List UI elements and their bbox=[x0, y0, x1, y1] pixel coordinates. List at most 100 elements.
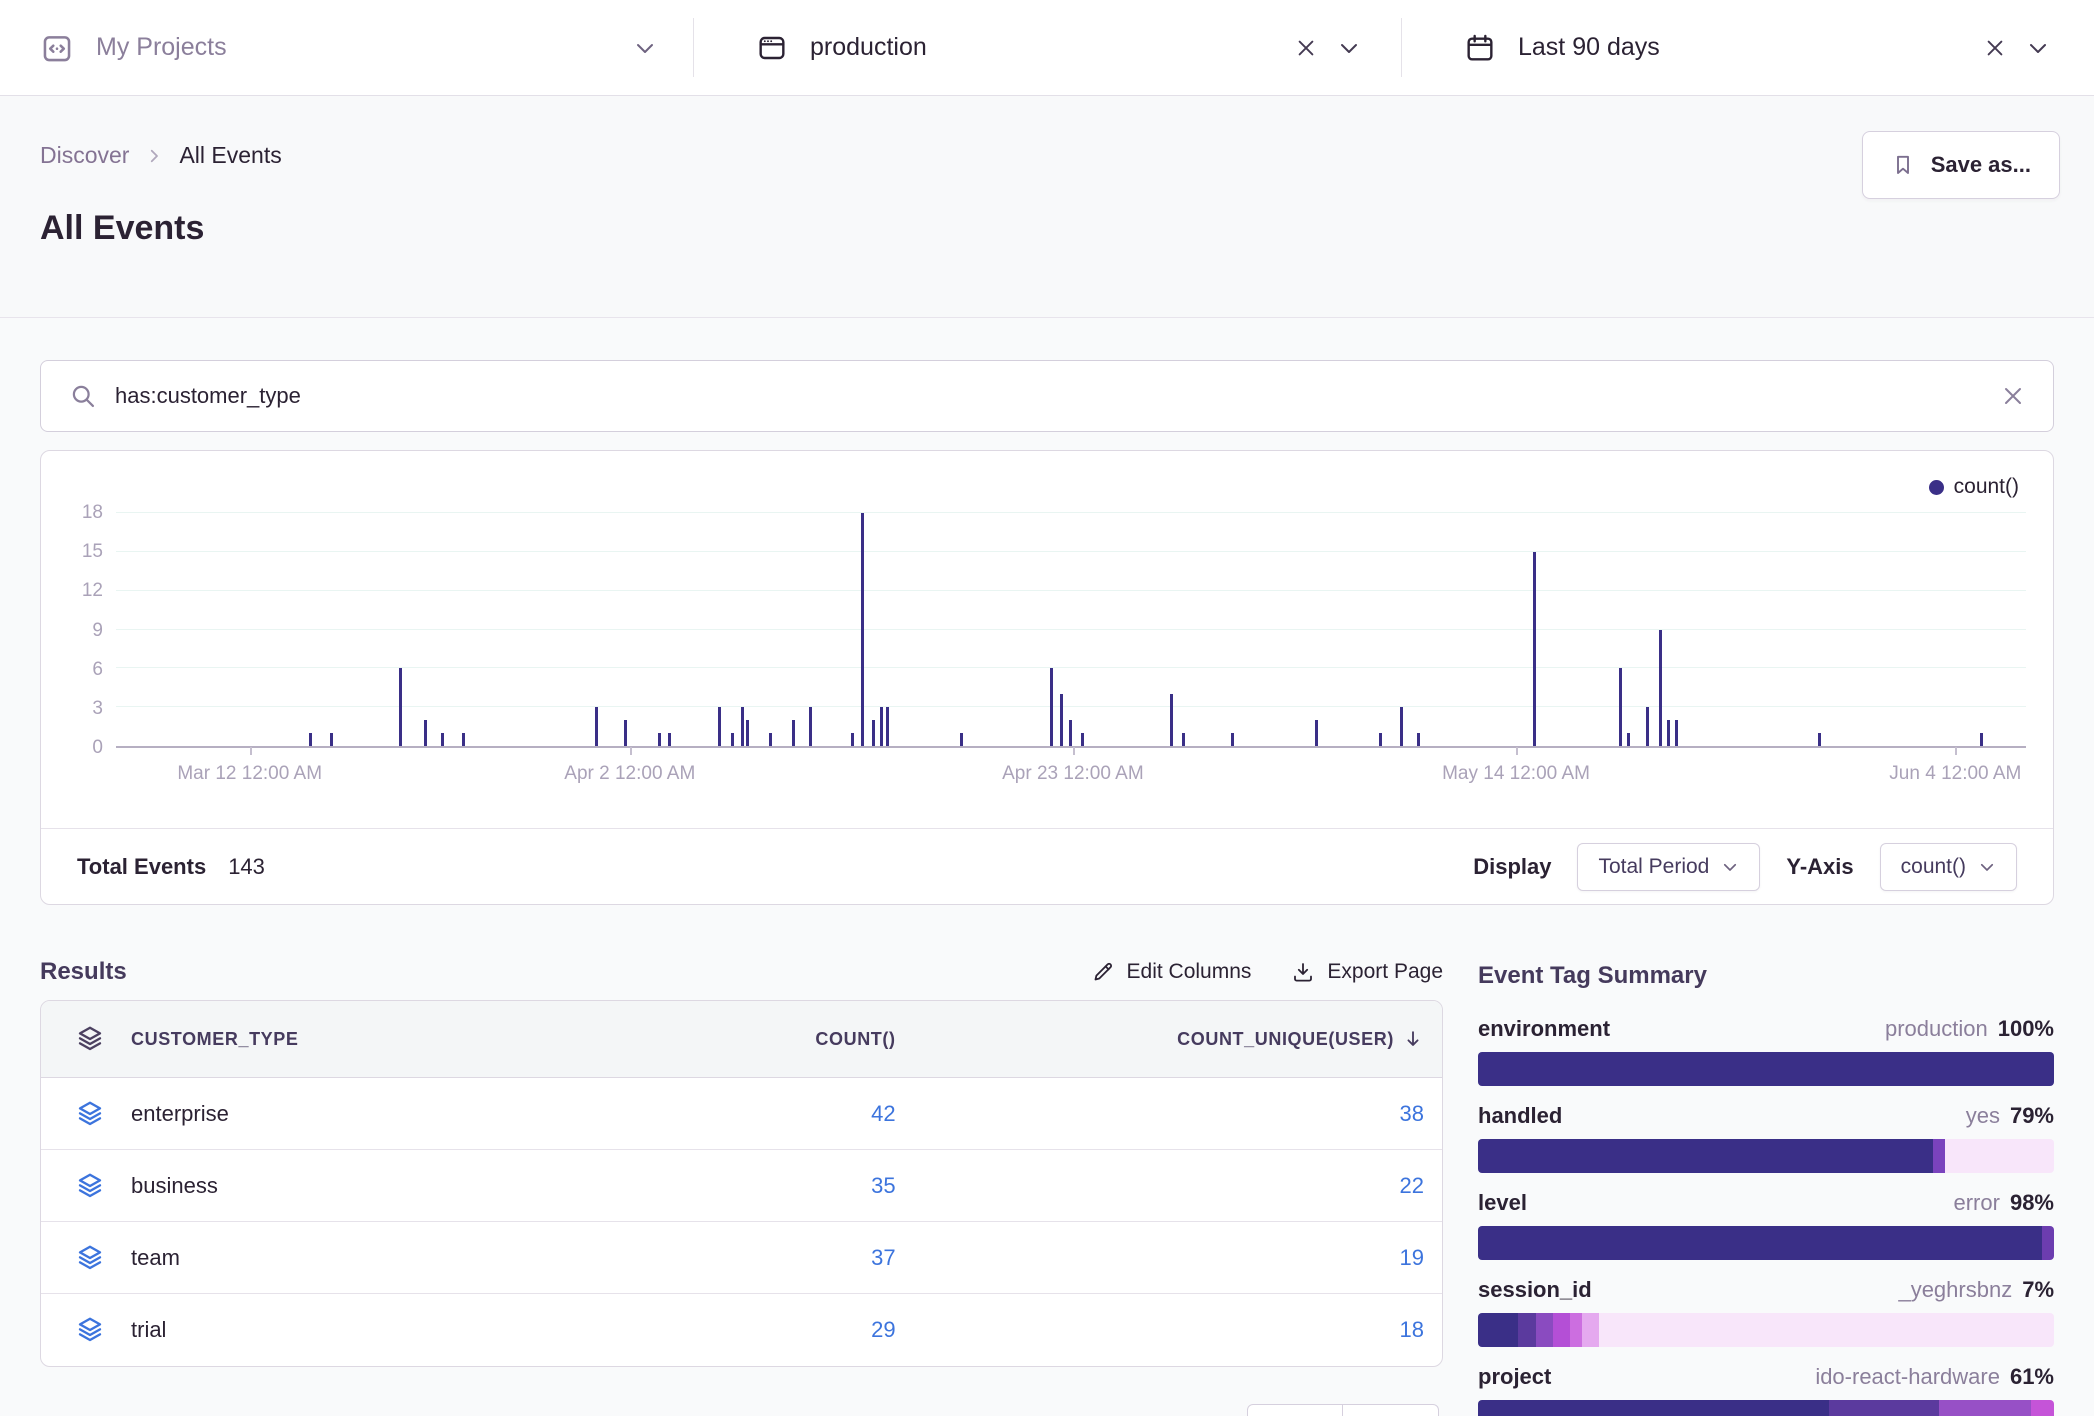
x-axis-tick-label: May 14 12:00 AM bbox=[1442, 763, 1590, 785]
chart-bar bbox=[1646, 707, 1649, 746]
project-selector-label: My Projects bbox=[96, 33, 227, 62]
x-axis-tick bbox=[1955, 747, 1957, 755]
chart-bar bbox=[769, 733, 772, 746]
y-axis-tick-label: 0 bbox=[92, 737, 103, 759]
gridline bbox=[116, 512, 2026, 513]
clear-search-icon[interactable] bbox=[2001, 384, 2025, 408]
chart-bar bbox=[1182, 733, 1185, 746]
tag-distribution-bar[interactable] bbox=[1478, 1400, 2054, 1416]
tag-distribution-bar[interactable] bbox=[1478, 1139, 2054, 1173]
tag-bar-segment bbox=[1518, 1313, 1535, 1347]
tag-summary-row: environmentproduction100% bbox=[1478, 1016, 2054, 1086]
chart-bar bbox=[792, 720, 795, 746]
stack-icon bbox=[75, 1243, 105, 1273]
environment-selector[interactable]: production bbox=[694, 0, 1401, 95]
edit-columns-button[interactable]: Edit Columns bbox=[1091, 960, 1252, 984]
date-range-label: Last 90 days bbox=[1518, 33, 1660, 62]
date-range-selector[interactable]: Last 90 days bbox=[1402, 0, 2094, 95]
count-unique-value[interactable]: 22 bbox=[896, 1173, 1442, 1199]
clear-date-range-icon[interactable] bbox=[1984, 37, 2006, 59]
breadcrumb-discover-link[interactable]: Discover bbox=[40, 142, 129, 169]
gridline bbox=[116, 667, 2026, 668]
save-as-label: Save as... bbox=[1931, 152, 2031, 178]
chevron-down-icon[interactable] bbox=[633, 36, 657, 60]
breadcrumb: Discover All Events bbox=[40, 142, 2054, 169]
count-unique-value[interactable]: 38 bbox=[896, 1101, 1442, 1127]
pencil-icon bbox=[1091, 960, 1115, 984]
calendar-icon bbox=[1464, 32, 1496, 64]
tag-top-percentage: 100% bbox=[1998, 1016, 2054, 1042]
chart-legend[interactable]: count() bbox=[1929, 475, 2019, 499]
column-header-customer-type[interactable]: CUSTOMER_TYPE bbox=[131, 1029, 299, 1050]
export-page-label: Export Page bbox=[1327, 960, 1443, 984]
chevron-right-icon bbox=[145, 147, 163, 165]
chart-y-axis: 0369121518 bbox=[41, 513, 103, 748]
tag-bar-segment bbox=[1536, 1313, 1553, 1347]
next-page-button[interactable] bbox=[1343, 1404, 1439, 1416]
x-axis-tick bbox=[1516, 747, 1518, 755]
tag-distribution-bar[interactable] bbox=[1478, 1052, 2054, 1086]
save-as-button[interactable]: Save as... bbox=[1862, 131, 2060, 199]
table-row[interactable]: team 3719 bbox=[41, 1222, 1442, 1294]
chart-footer: Total Events 143 Display Total Period Y-… bbox=[41, 828, 2053, 904]
chevron-down-icon[interactable] bbox=[2026, 36, 2050, 60]
table-row[interactable]: trial2918 bbox=[41, 1294, 1442, 1366]
chart-bar bbox=[1659, 630, 1662, 747]
tag-top-percentage: 61% bbox=[2010, 1364, 2054, 1390]
project-selector[interactable]: My Projects bbox=[0, 0, 693, 95]
chart-bar bbox=[1980, 733, 1983, 746]
total-events-label: Total Events bbox=[77, 854, 206, 880]
clear-environment-icon[interactable] bbox=[1295, 37, 1317, 59]
legend-label: count() bbox=[1954, 475, 2019, 499]
y-axis-tick-label: 6 bbox=[92, 659, 103, 681]
tag-distribution-bar[interactable] bbox=[1478, 1313, 2054, 1347]
column-header-count-unique[interactable]: COUNT_UNIQUE(USER) bbox=[1177, 1029, 1394, 1050]
previous-page-button[interactable] bbox=[1247, 1404, 1343, 1416]
legend-dot-icon bbox=[1929, 480, 1944, 495]
chart-x-axis: Mar 12 12:00 AMApr 2 12:00 AMApr 23 12:0… bbox=[116, 763, 2026, 793]
export-page-button[interactable]: Export Page bbox=[1291, 960, 1443, 984]
x-axis-tick-label: Mar 12 12:00 AM bbox=[177, 763, 322, 785]
search-bar bbox=[40, 360, 2054, 432]
tag-distribution-bar[interactable] bbox=[1478, 1226, 2054, 1260]
tag-bar-segment bbox=[2031, 1400, 2054, 1416]
search-input[interactable] bbox=[115, 383, 2001, 409]
total-events-value: 143 bbox=[228, 854, 265, 880]
results-section: Results Edit Columns Export Page bbox=[40, 958, 1443, 1416]
y-axis-tick-label: 12 bbox=[82, 580, 103, 602]
y-axis-dropdown-value: count() bbox=[1901, 855, 1966, 879]
results-heading: Results bbox=[40, 958, 127, 986]
count-value[interactable]: 29 bbox=[601, 1317, 895, 1343]
chart-bar bbox=[1417, 733, 1420, 746]
column-header-count[interactable]: COUNT() bbox=[601, 1029, 895, 1050]
chart-bar bbox=[1060, 694, 1063, 746]
count-unique-value[interactable]: 19 bbox=[896, 1245, 1442, 1271]
table-row[interactable]: business 3522 bbox=[41, 1150, 1442, 1222]
display-label: Display bbox=[1473, 854, 1551, 880]
tag-summary-row: session_id_yeghrsbnz7% bbox=[1478, 1277, 2054, 1347]
customer-type-value: team bbox=[131, 1245, 180, 1271]
chart-bar bbox=[960, 733, 963, 746]
events-chart-card: count() 0369121518 Mar 12 12:00 AMApr 2 … bbox=[40, 450, 2054, 905]
chart-bar bbox=[851, 733, 854, 746]
chart-bar bbox=[1533, 552, 1536, 746]
display-dropdown[interactable]: Total Period bbox=[1577, 843, 1760, 891]
count-value[interactable]: 35 bbox=[601, 1173, 895, 1199]
count-unique-value[interactable]: 18 bbox=[896, 1317, 1442, 1343]
sort-descending-icon[interactable] bbox=[1402, 1028, 1424, 1050]
chart-bar bbox=[1231, 733, 1234, 746]
tag-bar-segment bbox=[1945, 1139, 2054, 1173]
breadcrumb-current: All Events bbox=[179, 142, 281, 169]
chart-bar bbox=[399, 668, 402, 746]
tag-bar-segment bbox=[1478, 1052, 2054, 1086]
chart-bar bbox=[1818, 733, 1821, 746]
customer-type-value: business bbox=[131, 1173, 218, 1199]
chart-bar bbox=[880, 707, 883, 746]
count-value[interactable]: 42 bbox=[601, 1101, 895, 1127]
tag-top-value: production bbox=[1885, 1016, 1988, 1042]
page-header: Discover All Events All Events Save as..… bbox=[0, 96, 2094, 318]
y-axis-dropdown[interactable]: count() bbox=[1880, 843, 2017, 891]
count-value[interactable]: 37 bbox=[601, 1245, 895, 1271]
chevron-down-icon[interactable] bbox=[1337, 36, 1361, 60]
table-row[interactable]: enterprise4238 bbox=[41, 1078, 1442, 1150]
